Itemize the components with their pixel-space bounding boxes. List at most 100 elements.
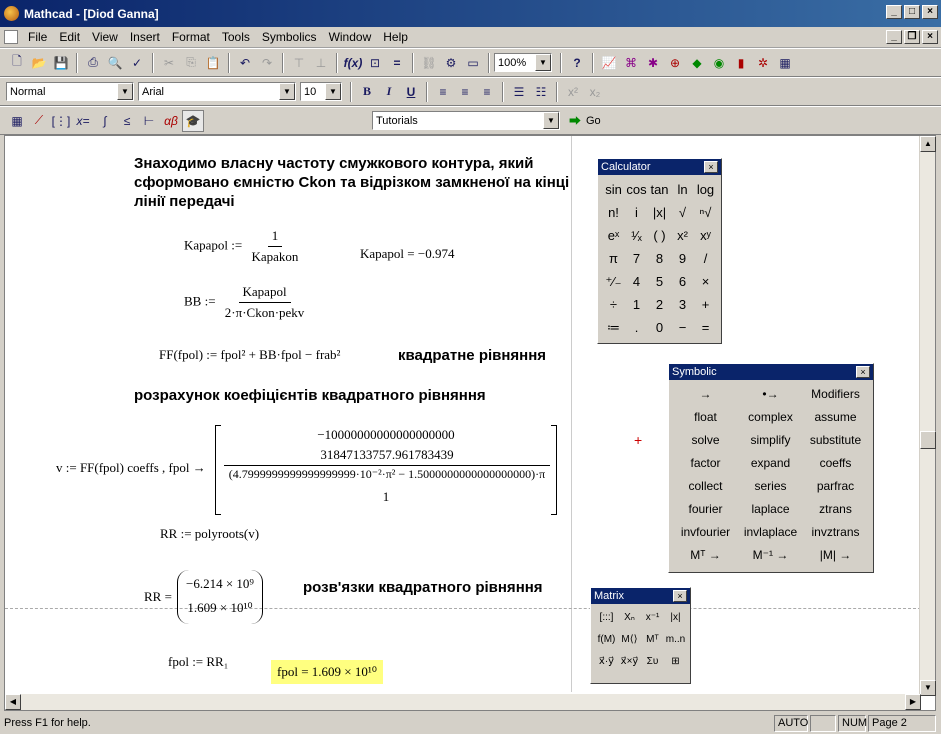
calculator-key-28[interactable]: 3 bbox=[671, 293, 694, 316]
calculator-key-31[interactable]: . bbox=[625, 316, 648, 339]
graph-palette-icon[interactable]: ⟋ bbox=[28, 110, 50, 132]
calculus-toolbar-icon[interactable]: ⊕ bbox=[664, 52, 686, 74]
underline-icon[interactable]: U bbox=[400, 81, 422, 103]
calculator-key-25[interactable]: ÷ bbox=[602, 293, 625, 316]
chevron-down-icon[interactable]: ▼ bbox=[279, 83, 295, 100]
italic-icon[interactable]: I bbox=[378, 81, 400, 103]
scroll-up-icon[interactable]: ▲ bbox=[920, 136, 936, 152]
matrix-palette[interactable]: Matrix × [:::] Xₙ x⁻¹ |x| f(M) M⟨⟩ Mᵀ m..n x⃗·y⃗ x… bbox=[590, 587, 691, 684]
equation-rr-lhs[interactable]: RR = bbox=[144, 589, 172, 605]
vertical-scrollbar[interactable]: ▲ ▼ bbox=[919, 136, 936, 696]
align-center-icon[interactable]: ≡ bbox=[454, 81, 476, 103]
font-size-select[interactable]: 10 ▼ bbox=[300, 82, 342, 101]
scroll-down-icon[interactable]: ▼ bbox=[920, 680, 936, 696]
close-icon[interactable]: × bbox=[704, 161, 718, 173]
calculator-key-11[interactable]: ¹⁄ₓ bbox=[625, 224, 648, 247]
redo-icon[interactable]: ↷ bbox=[256, 52, 278, 74]
calculator-key-24[interactable]: × bbox=[694, 270, 717, 293]
scroll-left-icon[interactable]: ◀ bbox=[5, 694, 21, 710]
symbolic-keyword-2[interactable]: Modifiers bbox=[803, 382, 868, 405]
open-icon[interactable]: 📂 bbox=[28, 52, 50, 74]
symbolic-keyword-4[interactable]: complex bbox=[738, 405, 803, 428]
result-kapapol[interactable]: Kapapol = −0.974 bbox=[360, 246, 454, 262]
calculator-key-17[interactable]: 8 bbox=[648, 247, 671, 270]
symbolic-keyword-8[interactable]: substitute bbox=[803, 428, 868, 451]
symbolic-keyword-9[interactable]: factor bbox=[673, 451, 738, 474]
symbolic-keyword-6[interactable]: solve bbox=[673, 428, 738, 451]
boolean-palette-icon[interactable]: ≤ bbox=[116, 110, 138, 132]
calculator-key-19[interactable]: / bbox=[694, 247, 717, 270]
matrix-operator-6[interactable]: Mᵀ bbox=[641, 628, 664, 650]
calculator-key-13[interactable]: x² bbox=[671, 224, 694, 247]
heading-eigenfrequency[interactable]: Знаходимо власну частоту смужкового конт… bbox=[134, 154, 574, 211]
roots-vector[interactable]: −6.214 × 10⁹ 1.609 × 10¹⁰ bbox=[177, 570, 263, 624]
print-preview-icon[interactable]: 🔍 bbox=[104, 52, 126, 74]
symbolic-keyword-1[interactable]: •→ bbox=[738, 382, 803, 405]
menu-symbolics[interactable]: Symbolics bbox=[256, 30, 323, 44]
undo-icon[interactable]: ↶ bbox=[234, 52, 256, 74]
paste-icon[interactable]: 📋 bbox=[202, 52, 224, 74]
calculator-key-30[interactable]: ≔ bbox=[602, 316, 625, 339]
matrix-operator-9[interactable]: x⃗×y⃗ bbox=[618, 650, 641, 672]
calculator-toolbar-icon[interactable]: ▦ bbox=[6, 110, 28, 132]
matrix-operator-3[interactable]: |x| bbox=[664, 606, 687, 628]
calculator-key-27[interactable]: 2 bbox=[648, 293, 671, 316]
equation-bb[interactable]: BB := Kapapol 2·π·Ckon·pekv bbox=[184, 284, 304, 321]
symbolic-keyword-17[interactable]: ztrans bbox=[803, 497, 868, 520]
equation-ff[interactable]: FF(fpol) := fpol² + BB·fpol − frab² bbox=[159, 347, 340, 363]
menu-tools[interactable]: Tools bbox=[216, 30, 256, 44]
calculator-key-12[interactable]: ( ) bbox=[648, 224, 671, 247]
bold-icon[interactable]: B bbox=[356, 81, 378, 103]
programming-palette-icon[interactable]: ⊢ bbox=[138, 110, 160, 132]
menu-window[interactable]: Window bbox=[323, 30, 378, 44]
symbolic-keyword-16[interactable]: laplace bbox=[738, 497, 803, 520]
bullets-icon[interactable]: ☰ bbox=[508, 81, 530, 103]
greek-toolbar-icon[interactable]: ▮ bbox=[730, 52, 752, 74]
matrix-operator-1[interactable]: Xₙ bbox=[618, 606, 641, 628]
chevron-down-icon[interactable]: ▼ bbox=[543, 112, 559, 129]
save-icon[interactable]: 💾 bbox=[50, 52, 72, 74]
run-script-icon[interactable]: ▭ bbox=[462, 52, 484, 74]
calculator-key-9[interactable]: ⁿ√ bbox=[694, 201, 717, 224]
calculus-palette-icon[interactable]: ∫ bbox=[94, 110, 116, 132]
calculator-key-22[interactable]: 5 bbox=[648, 270, 671, 293]
symbolic-keyword-11[interactable]: coeffs bbox=[803, 451, 868, 474]
symbolic-keyword-7[interactable]: simplify bbox=[738, 428, 803, 451]
calculator-key-15[interactable]: π bbox=[602, 247, 625, 270]
copy-icon[interactable]: ⎘ bbox=[180, 52, 202, 74]
calculator-key-32[interactable]: 0 bbox=[648, 316, 671, 339]
equation-fpol-assign[interactable]: fpol := RR₁ bbox=[168, 654, 228, 670]
programming-toolbar-icon[interactable]: ◉ bbox=[708, 52, 730, 74]
calculator-key-1[interactable]: cos bbox=[625, 178, 648, 201]
menu-insert[interactable]: Insert bbox=[124, 30, 166, 44]
symbolic-keyword-21[interactable]: Mᵀ → bbox=[673, 543, 738, 566]
calculator-key-34[interactable]: = bbox=[694, 316, 717, 339]
numbering-icon[interactable]: ☷ bbox=[530, 81, 552, 103]
close-button[interactable]: × bbox=[922, 5, 938, 19]
symbolic-keyword-12[interactable]: collect bbox=[673, 474, 738, 497]
go-arrow-icon[interactable]: ⮕ bbox=[564, 110, 586, 132]
equation-kapapol[interactable]: Kapapol := 1 Kapakon bbox=[184, 228, 298, 265]
menu-help[interactable]: Help bbox=[377, 30, 414, 44]
modifiers-toolbar-icon[interactable]: ▦ bbox=[774, 52, 796, 74]
align-left-icon[interactable]: ≡ bbox=[432, 81, 454, 103]
calculator-key-10[interactable]: eˣ bbox=[602, 224, 625, 247]
calculate-icon[interactable]: = bbox=[386, 52, 408, 74]
symbolic-keyword-18[interactable]: invfourier bbox=[673, 520, 738, 543]
cut-icon[interactable]: ✂ bbox=[158, 52, 180, 74]
calculator-key-33[interactable]: − bbox=[671, 316, 694, 339]
insert-hyperlink-icon[interactable]: ⛓ bbox=[418, 52, 440, 74]
evaluation-palette-icon[interactable]: x= bbox=[72, 110, 94, 132]
calculator-key-5[interactable]: n! bbox=[602, 201, 625, 224]
help-icon[interactable]: ? bbox=[566, 52, 588, 74]
insert-unit-icon[interactable]: ⊡ bbox=[364, 52, 386, 74]
calculator-key-20[interactable]: ⁺⁄₋ bbox=[602, 270, 625, 293]
menu-file[interactable]: File bbox=[22, 30, 53, 44]
vertical-scroll-thumb[interactable] bbox=[920, 431, 936, 449]
calculator-key-6[interactable]: i bbox=[625, 201, 648, 224]
calculator-key-16[interactable]: 7 bbox=[625, 247, 648, 270]
calculator-palette[interactable]: Calculator × sin cos tan ln log n! i |x| √ ⁿ√ eˣ ¹⁄ₓ… bbox=[597, 158, 722, 344]
align-down-icon[interactable]: ⊥ bbox=[310, 52, 332, 74]
insert-function-icon[interactable]: f(x) bbox=[342, 52, 364, 74]
calculator-key-21[interactable]: 4 bbox=[625, 270, 648, 293]
